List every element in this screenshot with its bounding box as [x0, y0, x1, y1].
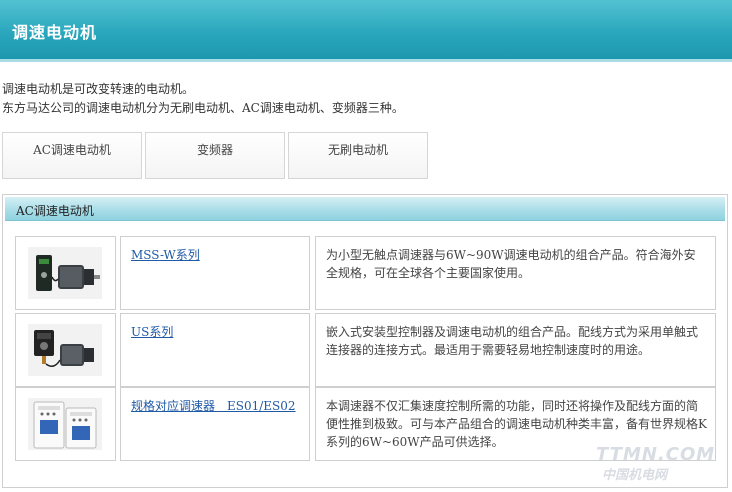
intro-text: 调速电动机是可改变转速的电动机。 东方马达公司的调速电动机分为无刷电动机、AC调…: [2, 80, 404, 118]
site-watermark: TTMN.COM 中国机电网: [592, 444, 722, 484]
tab-inverter[interactable]: 变频器: [145, 132, 285, 179]
product-name-cell: 规格对应调速器 ES01/ES02: [120, 387, 310, 461]
product-image-cell: [15, 313, 116, 387]
product-link-es01-es02[interactable]: 规格对应调速器 ES01/ES02: [131, 397, 296, 414]
category-tabs: AC调速电动机 变频器 无刷电动机: [2, 132, 428, 179]
page-title: 调速电动机: [12, 23, 98, 42]
product-description-cell: 嵌入式安装型控制器及调速电动机的组合产品。配线方式为采用单触式连接器的连接方式。…: [315, 313, 716, 387]
section-header: AC调速电动机: [5, 197, 725, 221]
product-description-cell: 为小型无触点调速器与6W~90W调速电动机的组合产品。符合海外安全规格，可在全球…: [315, 236, 716, 310]
product-description: 本调速器不仅汇集速度控制所需的功能，同时还将操作及配线方面的简便性推到极致。可与…: [326, 399, 707, 449]
motor-with-panel-controller-icon[interactable]: [28, 324, 102, 376]
intro-line-2: 东方马达公司的调速电动机分为无刷电动机、AC调速电动机、变频器三种。: [2, 101, 404, 115]
product-name-cell: MSS-W系列: [120, 236, 310, 310]
section-title: AC调速电动机: [16, 204, 94, 218]
watermark-line-1: TTMN.COM: [596, 444, 716, 465]
product-link-us[interactable]: US系列: [131, 323, 173, 340]
product-link-mss-w[interactable]: MSS-W系列: [131, 246, 200, 263]
product-image-cell: [15, 387, 116, 461]
product-description: 为小型无触点调速器与6W~90W调速电动机的组合产品。符合海外安全规格，可在全球…: [326, 248, 696, 280]
product-name-cell: US系列: [120, 313, 310, 387]
speed-controller-units-icon[interactable]: [28, 398, 102, 450]
product-image-cell: [15, 236, 116, 310]
watermark-line-2: 中国机电网: [602, 468, 668, 483]
motor-with-controller-icon[interactable]: [28, 247, 102, 299]
intro-line-1: 调速电动机是可改变转速的电动机。: [2, 82, 195, 96]
tab-brushless-motor[interactable]: 无刷电动机: [288, 132, 428, 179]
product-description: 嵌入式安装型控制器及调速电动机的组合产品。配线方式为采用单触式连接器的连接方式。…: [326, 325, 699, 357]
tab-ac-speed-motor[interactable]: AC调速电动机: [2, 132, 142, 179]
page-banner: 调速电动机: [0, 0, 732, 62]
